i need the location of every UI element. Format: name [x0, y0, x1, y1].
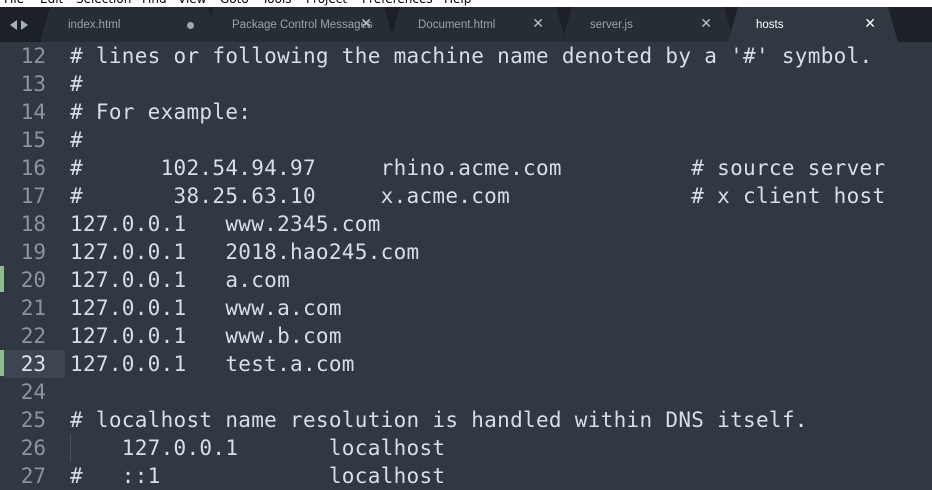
menu-preferences[interactable]: Preferences: [362, 0, 433, 6]
code-line[interactable]: 22 127.0.0.1 www.b.com: [0, 322, 932, 350]
tab-scroll-right-icon[interactable]: [21, 19, 28, 30]
code-line[interactable]: 13 #: [0, 70, 932, 98]
code-text[interactable]: 127.0.0.1 localhost: [70, 435, 445, 461]
menu-selection[interactable]: Selection: [76, 0, 131, 6]
line-number: 17: [20, 184, 46, 208]
code-line[interactable]: 20 127.0.0.1 a.com: [0, 266, 932, 294]
code-text[interactable]: 127.0.0.1 a.com: [70, 267, 290, 293]
line-number: 25: [20, 408, 46, 432]
code-line[interactable]: 23 127.0.0.1 test.a.com: [0, 350, 932, 378]
code-line[interactable]: 19 127.0.0.1 2018.hao245.com: [0, 238, 932, 266]
code-text[interactable]: # localhost name resolution is handled w…: [70, 407, 808, 433]
code-text[interactable]: # 102.54.94.97 rhino.acme.com # source s…: [70, 155, 885, 181]
line-number: 24: [20, 380, 46, 404]
line-number: 16: [20, 156, 46, 180]
line-number: 19: [20, 240, 46, 264]
menu-project[interactable]: Project: [306, 0, 347, 6]
code-line[interactable]: 24: [0, 378, 932, 406]
code-line[interactable]: 16 # 102.54.94.97 rhino.acme.com # source…: [0, 154, 932, 182]
code-text[interactable]: 127.0.0.1 www.a.com: [70, 295, 342, 321]
line-number: 14: [20, 100, 46, 124]
tab-label: Package Control Messages: [232, 19, 373, 31]
code-line[interactable]: 12 # lines or following the machine name …: [0, 42, 932, 70]
line-number: 12: [20, 44, 46, 68]
code-text[interactable]: 127.0.0.1 www.2345.com: [70, 211, 381, 237]
code-line[interactable]: 15 #: [0, 126, 932, 154]
menu-goto[interactable]: Goto: [220, 0, 249, 6]
menu-tools[interactable]: Tools: [262, 0, 292, 6]
menu-edit[interactable]: Edit: [40, 0, 63, 6]
line-number: 26: [20, 436, 46, 460]
code-line[interactable]: 25 # localhost name resolution is handled…: [0, 406, 932, 434]
close-icon[interactable]: ✕: [360, 16, 372, 32]
menu-help[interactable]: Help: [444, 0, 471, 6]
code-line[interactable]: 17 # 38.25.63.10 x.acme.com # x client ho…: [0, 182, 932, 210]
menu-file[interactable]: File: [4, 0, 24, 6]
line-number: 13: [20, 72, 46, 96]
close-icon[interactable]: ✕: [700, 16, 712, 32]
code-text[interactable]: 127.0.0.1 www.b.com: [70, 323, 342, 349]
line-number: 23: [20, 352, 46, 376]
tab-bar: index.html Package Control Messages ✕ Docum…: [0, 7, 932, 42]
menu-bar: File Edit Selection Find View Goto Tools Projec…: [0, 0, 932, 7]
code-text[interactable]: # 38.25.63.10 x.acme.com # x client host: [70, 183, 885, 209]
code-text[interactable]: # lines or following the machine name de…: [70, 43, 872, 69]
code-line[interactable]: 18 127.0.0.1 www.2345.com: [0, 210, 932, 238]
code-text[interactable]: # For example:: [70, 99, 251, 125]
close-icon[interactable]: ✕: [532, 16, 544, 32]
line-number: 21: [20, 296, 46, 320]
line-number: 22: [20, 324, 46, 348]
code-line[interactable]: 21 127.0.0.1 www.a.com: [0, 294, 932, 322]
code-text[interactable]: #: [70, 127, 83, 153]
tab-index-html[interactable]: index.html: [40, 7, 218, 42]
code-text[interactable]: 127.0.0.1 test.a.com: [70, 351, 355, 377]
editor-view[interactable]: 12 # lines or following the machine name …: [0, 42, 932, 489]
code-line[interactable]: 26 127.0.0.1 localhost: [0, 434, 932, 462]
line-number: 15: [20, 128, 46, 152]
tab-label: Document.html: [418, 19, 496, 31]
code-text[interactable]: #: [70, 71, 83, 97]
code-line[interactable]: 14 # For example:: [0, 98, 932, 126]
tab-scroll-left-icon[interactable]: [10, 19, 17, 30]
tab-label: index.html: [68, 19, 121, 31]
tab-label: server.js: [590, 19, 633, 31]
line-number: 27: [20, 464, 46, 488]
menu-find[interactable]: Find: [142, 0, 167, 6]
code-text[interactable]: 127.0.0.1 2018.hao245.com: [70, 239, 419, 265]
menu-view[interactable]: View: [178, 0, 206, 6]
code-text[interactable]: # ::1 localhost: [70, 463, 445, 489]
tab-hosts[interactable]: hosts ✕: [728, 7, 898, 42]
unsaved-dot-icon[interactable]: [187, 22, 194, 29]
line-number: 20: [20, 268, 46, 292]
tab-package-control-messages[interactable]: Package Control Messages ✕: [204, 7, 394, 42]
line-number: 18: [20, 212, 46, 236]
tab-label: hosts: [756, 19, 784, 31]
tab-nav-arrows: [4, 7, 48, 42]
tab-document-html[interactable]: Document.html ✕: [390, 7, 566, 42]
close-icon[interactable]: ✕: [864, 16, 876, 32]
tab-server-js[interactable]: server.js ✕: [562, 7, 734, 42]
